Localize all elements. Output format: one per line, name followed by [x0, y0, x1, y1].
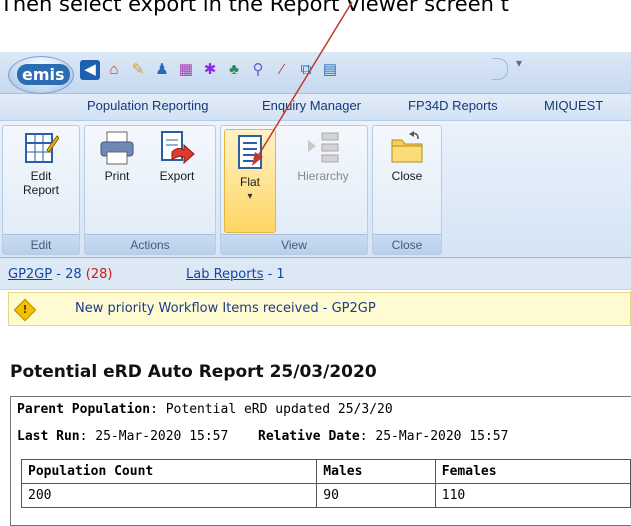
last-run-value: : 25-Mar-2020 15:57	[79, 429, 229, 444]
last-run-label: Last Run	[17, 429, 80, 444]
edit-report-icon	[25, 133, 59, 163]
flat-view-dropdown-icon[interactable]: ▾	[225, 191, 275, 202]
warning-icon: !	[13, 298, 37, 322]
flat-view-label: Flat	[239, 175, 260, 189]
close-report-label: Close	[391, 169, 423, 183]
hierarchy-view-label: Hierarchy	[297, 169, 349, 183]
ribbon-group-edit: Edit Report Edit	[2, 125, 80, 255]
export-icon	[161, 131, 195, 165]
instruction-caption: Then select export in the Report Viewer …	[0, 0, 509, 16]
gp2gp-alert-count: (28)	[85, 267, 113, 282]
population-count-cell: 200	[20, 483, 318, 508]
workflow-status-bar: GP2GP - 28 (28) Lab Reports - 1	[0, 258, 631, 290]
priority-workflow-alert[interactable]: ! New priority Workflow Items received -…	[8, 292, 631, 326]
cross-icon[interactable]: ✱	[200, 60, 220, 80]
population-count-table: Population Count Males Females 200 90 11…	[20, 459, 631, 508]
magnifier-icon[interactable]: ⚲	[248, 60, 268, 80]
tab-miquest[interactable]: MIQUEST	[544, 98, 603, 113]
ribbon: Edit Report Edit Print Export Actions Fl…	[0, 120, 631, 258]
flat-list-icon	[238, 135, 262, 169]
males-cell: 90	[316, 483, 436, 508]
parent-population-label: Parent Population	[17, 402, 151, 417]
flat-view-button[interactable]: Flat ▾	[224, 129, 276, 233]
preview-icon[interactable]: ⧉	[296, 60, 316, 80]
parent-population-line: Parent Population: Potential eRD updated…	[17, 402, 393, 417]
run-info-line: Last Run: 25-Mar-2020 15:57 Relative Dat…	[17, 429, 508, 444]
quick-access-toolbar: emis ◀ ⌂ ✎ ♟ ▦ ✱ ♣ ⚲ ⁄ ⧉ ▤ ▾	[0, 52, 631, 94]
column-header-population-count: Population Count	[20, 459, 318, 484]
app-orb-label: emis	[17, 64, 70, 85]
parent-population-value: : Potential eRD updated 25/3/20	[150, 402, 393, 417]
table-row: 200 90 110	[20, 483, 631, 508]
ribbon-group-label-view: View	[221, 234, 367, 254]
ribbon-group-actions: Print Export Actions	[84, 125, 216, 255]
priority-workflow-alert-text: New priority Workflow Items received - G…	[75, 301, 376, 316]
ribbon-tab-row: Population Reporting Enquiry Manager FP3…	[0, 94, 631, 120]
print-button[interactable]: Print	[91, 130, 143, 183]
calendar-icon[interactable]: ▦	[176, 60, 196, 80]
export-label: Export	[159, 169, 195, 183]
qat-end-cap	[492, 58, 508, 80]
ribbon-group-view: Flat ▾ Hierarchy View	[220, 125, 368, 255]
gp2gp-link[interactable]: GP2GP	[8, 267, 52, 282]
lab-reports-count: - 1	[263, 267, 285, 282]
relative-date-value: : 25-Mar-2020 15:57	[359, 429, 509, 444]
report-title: Potential eRD Auto Report 25/03/2020	[10, 362, 377, 382]
grid-icon[interactable]: ▤	[320, 60, 340, 80]
quick-access-icons: ◀ ⌂ ✎ ♟ ▦ ✱ ♣ ⚲ ⁄ ⧉ ▤	[80, 58, 340, 82]
lab-reports-link[interactable]: Lab Reports	[186, 267, 263, 282]
users-icon[interactable]: ♟	[152, 60, 172, 80]
people-icon[interactable]: ♣	[224, 60, 244, 80]
folder-close-icon	[391, 131, 423, 163]
tab-enquiry-manager[interactable]: Enquiry Manager	[262, 98, 361, 113]
report-summary-box: Parent Population: Potential eRD updated…	[10, 396, 631, 526]
home-icon[interactable]: ⌂	[104, 60, 124, 80]
edit-report-button[interactable]: Edit Report	[7, 130, 75, 197]
printer-icon	[100, 131, 134, 165]
ribbon-group-label-edit: Edit	[3, 234, 79, 254]
ribbon-group-close: Close Close	[372, 125, 442, 255]
relative-date-label: Relative Date	[258, 429, 360, 444]
print-label: Print	[104, 169, 130, 183]
tab-population-reporting[interactable]: Population Reporting	[87, 98, 208, 113]
ribbon-group-label-actions: Actions	[85, 234, 215, 254]
app-orb-button[interactable]: emis	[8, 56, 74, 94]
table-header-row: Population Count Males Females	[20, 459, 631, 484]
females-cell: 110	[434, 483, 631, 508]
ribbon-group-label-close: Close	[373, 234, 441, 254]
gp2gp-count: - 28	[52, 267, 86, 282]
hierarchy-view-button[interactable]: Hierarchy	[281, 130, 365, 183]
close-report-button[interactable]: Close	[379, 130, 435, 183]
wand-icon[interactable]: ⁄	[272, 60, 292, 80]
column-header-males: Males	[316, 459, 436, 484]
tab-fp34d-reports[interactable]: FP34D Reports	[408, 98, 498, 113]
edit-report-label: Edit Report	[22, 169, 60, 197]
qat-customize-dropdown[interactable]: ▾	[516, 56, 522, 70]
pencil-icon[interactable]: ✎	[128, 60, 148, 80]
column-header-females: Females	[434, 459, 631, 484]
hierarchy-icon	[308, 132, 339, 163]
export-button[interactable]: Export	[147, 130, 207, 183]
back-icon[interactable]: ◀	[80, 60, 100, 80]
